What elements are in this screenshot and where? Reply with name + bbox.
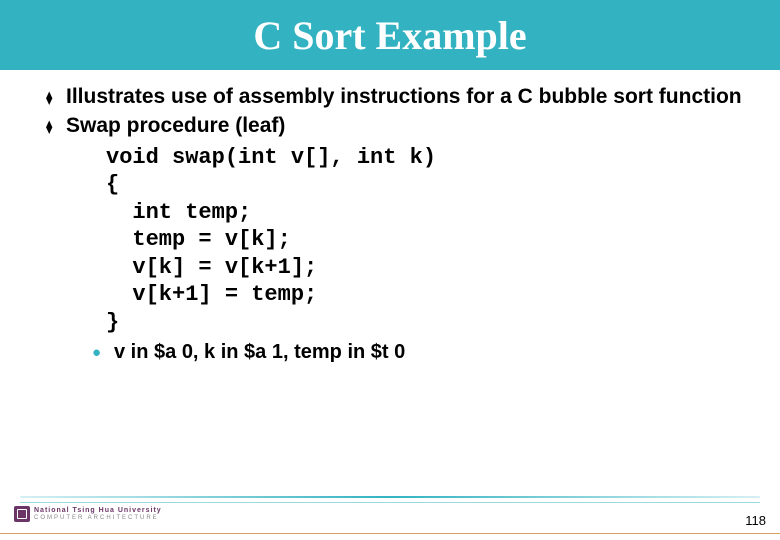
- footer-divider: [0, 533, 780, 534]
- bullet-item: ⧫ Swap procedure (leaf): [46, 113, 744, 140]
- logo-line1: National Tsing Hua University: [34, 507, 162, 514]
- title-bar: C Sort Example: [0, 0, 780, 70]
- bullet-text: Illustrates use of assembly instructions…: [66, 84, 742, 111]
- slide-content: ⧫ Illustrates use of assembly instructio…: [0, 70, 780, 365]
- page-number: 118: [745, 513, 766, 528]
- slide-footer: National Tsing Hua University COMPUTER A…: [0, 496, 780, 540]
- code-block: void swap(int v[], int k) { int temp; te…: [106, 144, 744, 337]
- diamond-icon: ⧫: [46, 113, 66, 139]
- bullet-text: Swap procedure (leaf): [66, 113, 285, 140]
- slide-title: C Sort Example: [253, 12, 526, 59]
- bullet-item: ⧫ Illustrates use of assembly instructio…: [46, 84, 744, 111]
- logo-badge-icon: [14, 506, 30, 522]
- university-logo: National Tsing Hua University COMPUTER A…: [14, 506, 162, 522]
- diamond-icon: ⧫: [46, 84, 66, 110]
- circle-icon: ●: [92, 340, 114, 364]
- logo-line2: COMPUTER ARCHITECTURE: [34, 515, 162, 521]
- footer-divider: [20, 496, 760, 498]
- sub-bullet-item: ● v in $a 0, k in $a 1, temp in $t 0: [92, 340, 744, 365]
- logo-text: National Tsing Hua University COMPUTER A…: [34, 507, 162, 521]
- footer-divider: [20, 502, 760, 503]
- sub-bullet-text: v in $a 0, k in $a 1, temp in $t 0: [114, 340, 405, 365]
